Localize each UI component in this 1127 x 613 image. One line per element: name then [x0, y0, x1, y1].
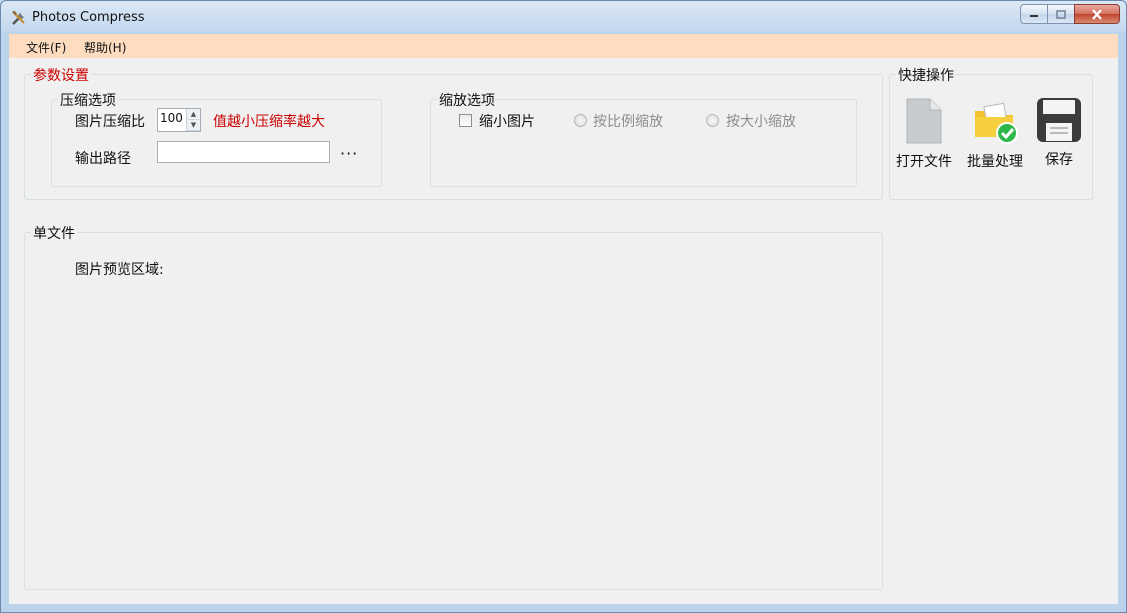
ratio-spinner[interactable]: 100 ▲ ▼	[157, 108, 201, 132]
ratio-hint: 值越小压缩率越大	[213, 114, 325, 130]
quick-group: 快捷操作 打开文件 批量处理 保存	[889, 65, 1093, 200]
open-file-button[interactable]: 打开文件	[894, 97, 954, 171]
arrow-up-icon: ▲	[190, 110, 197, 118]
close-button[interactable]	[1074, 4, 1120, 24]
quick-group-title: 快捷操作	[896, 65, 956, 85]
file-icon	[906, 98, 942, 144]
single-file-group: 单文件 图片预览区域:	[24, 223, 883, 590]
spin-down-button[interactable]: ▼	[187, 120, 200, 131]
single-file-group-title: 单文件	[31, 223, 77, 243]
params-group-title: 参数设置	[31, 65, 91, 85]
menu-file[interactable]: 文件(F)	[26, 39, 66, 56]
shrink-label[interactable]: 缩小图片	[479, 111, 535, 131]
compress-group-title: 压缩选项	[58, 90, 118, 110]
output-path-input[interactable]	[157, 141, 330, 163]
params-group: 参数设置 压缩选项 图片压缩比 100 ▲ ▼ 值越小压缩率越大 输出路径 ··…	[24, 65, 883, 200]
title-bar[interactable]: Photos Compress	[1, 1, 1126, 33]
ratio-label: 图片压缩比	[75, 114, 145, 130]
shrink-checkbox[interactable]	[459, 114, 472, 127]
close-icon	[1092, 8, 1102, 20]
browse-button[interactable]: ···	[340, 144, 358, 163]
client-area: 参数设置 压缩选项 图片压缩比 100 ▲ ▼ 值越小压缩率越大 输出路径 ··…	[9, 58, 1118, 604]
spin-up-button[interactable]: ▲	[187, 109, 200, 120]
ratio-value[interactable]: 100	[160, 111, 183, 125]
tools-icon	[12, 10, 25, 25]
by-ratio-radio[interactable]	[574, 114, 587, 127]
window-title: Photos Compress	[32, 10, 145, 25]
minimize-icon	[1030, 15, 1038, 17]
app-window: Photos Compress 文件(F) 帮助(H) 参数设置 压缩选项 图片…	[0, 0, 1127, 613]
batch-label: 批量处理	[967, 154, 1023, 170]
folder-check-icon	[975, 102, 1018, 144]
minimize-button[interactable]	[1020, 4, 1047, 24]
menu-bar: 文件(F) 帮助(H)	[9, 34, 1118, 58]
maximize-icon	[1056, 9, 1066, 19]
scale-group-title: 缩放选项	[437, 90, 497, 110]
arrow-down-icon: ▼	[190, 121, 197, 129]
open-file-label: 打开文件	[896, 154, 952, 170]
output-label: 输出路径	[75, 151, 131, 167]
by-size-radio[interactable]	[706, 114, 719, 127]
floppy-disk-icon	[1037, 98, 1081, 142]
save-button[interactable]: 保存	[1029, 97, 1089, 169]
batch-button[interactable]: 批量处理	[965, 97, 1025, 171]
by-size-label[interactable]: 按大小缩放	[726, 111, 796, 131]
maximize-button[interactable]	[1047, 4, 1074, 24]
by-ratio-label[interactable]: 按比例缩放	[593, 111, 663, 131]
preview-area-label: 图片预览区域:	[75, 262, 164, 278]
menu-help[interactable]: 帮助(H)	[84, 39, 126, 56]
save-label: 保存	[1045, 152, 1073, 168]
caption-buttons	[1020, 4, 1120, 24]
spinner-buttons: ▲ ▼	[186, 109, 200, 131]
